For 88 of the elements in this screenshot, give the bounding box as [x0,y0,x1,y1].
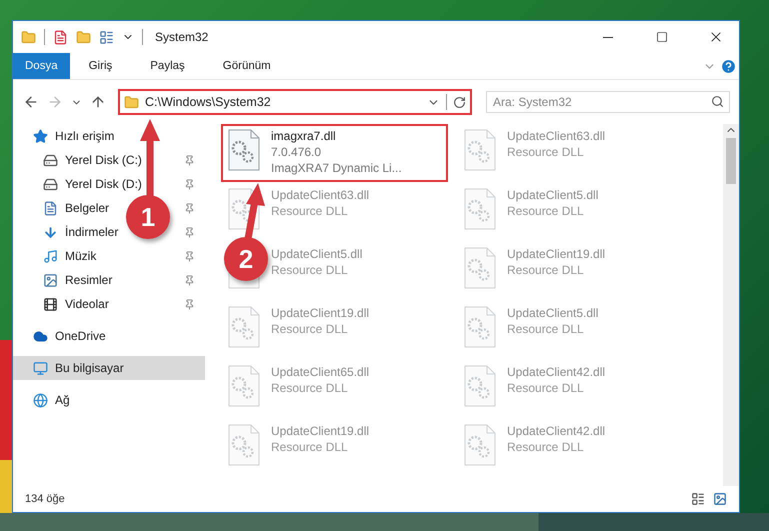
pin-icon[interactable] [184,250,195,262]
large-icons-view-icon[interactable] [713,492,727,506]
file-description: Resource DLL [507,203,585,219]
dll-file-icon [227,364,261,408]
file-description: ImagXRA7 Dynamic Li... [271,160,402,176]
file-name: UpdateClient19.dll [271,305,370,321]
file-description: Resource DLL [507,380,585,396]
search-field[interactable]: Ara: System32 [486,91,730,113]
file-name: UpdateClient5.dll [271,246,362,262]
drive-icon [43,152,58,168]
sidebar-item[interactable]: Yerel Disk (D:) [43,173,142,195]
maximize-icon [656,31,668,43]
address-bar[interactable]: C:\Windows\System32 [118,89,472,115]
down-arrow-icon [43,224,58,240]
network-icon [33,392,48,408]
sidebar-item[interactable]: OneDrive [33,325,106,347]
file-description: Resource DLL [271,321,349,337]
dll-file-icon [227,128,261,172]
file-description: Resource DLL [271,203,349,219]
file-name: UpdateClient63.dll [271,187,370,203]
file-name: UpdateClient42.dll [507,364,606,380]
file-name: UpdateClient5.dll [507,305,598,321]
ribbon-tab[interactable]: Görünüm [204,53,290,79]
file-description: Resource DLL [271,439,349,455]
ribbon-tab[interactable]: Giriş [70,53,132,79]
file-name: UpdateClient42.dll [507,423,606,439]
cloud-icon [33,328,48,344]
refresh-icon[interactable] [453,96,466,108]
dll-file-icon [227,305,261,349]
pin-icon[interactable] [184,226,195,238]
sidebar-item[interactable]: Yerel Disk (C:) [43,149,142,171]
dll-file-icon [463,128,497,172]
file-version: 7.0.476.0 [271,144,322,160]
minimize-icon [603,36,613,38]
drive-icon [43,176,58,192]
star-icon [33,128,48,144]
sidebar-item[interactable]: Müzik [43,245,96,267]
dll-file-icon [227,423,261,467]
pin-icon[interactable] [184,274,195,286]
file-description: Resource DLL [507,262,585,278]
new-folder-icon[interactable] [76,30,91,44]
sidebar-item[interactable]: Hızlı erişim [33,125,114,147]
pin-icon[interactable] [184,298,195,310]
file-description: Resource DLL [271,380,349,396]
film-icon [43,296,58,312]
properties-icon[interactable] [53,30,68,44]
ribbon-tab[interactable]: Dosya [13,53,70,79]
file-description: Resource DLL [507,321,585,337]
file-description: Resource DLL [507,144,585,160]
help-icon [720,58,737,74]
sidebar-item[interactable]: Videolar [43,293,109,315]
item-count: 134 öğe [25,493,66,505]
file-name: imagxra7.dll [271,128,337,144]
window-title: System32 [155,30,210,44]
annotation-arrow [244,183,265,240]
dll-file-icon [463,246,497,290]
dll-file-icon [463,305,497,349]
sidebar-item[interactable]: Resimler [43,269,112,291]
dll-file-icon [463,364,497,408]
monitor-icon [33,360,48,376]
details-view-icon[interactable] [691,492,705,506]
dll-file-icon [463,187,497,231]
sidebar-item[interactable]: Ağ [33,389,70,411]
file-item[interactable]: imagxra7.dll 7.0.476.0 ImagXRA7 Dynamic Li... [221,124,448,182]
dll-file-icon [463,423,497,467]
file-name: UpdateClient19.dll [507,246,606,262]
music-note-icon [43,248,58,264]
file-description: Resource DLL [271,262,349,278]
pin-icon[interactable] [184,202,195,214]
picture-icon [43,272,58,288]
file-name: UpdateClient19.dll [271,423,370,439]
pin-icon[interactable] [184,178,195,190]
file-name: UpdateClient63.dll [507,128,606,144]
sidebar-item[interactable]: Bu bilgisayar [33,357,124,379]
file-description: Resource DLL [507,439,585,455]
document-icon [43,200,58,216]
file-name: UpdateClient5.dll [507,187,598,203]
scroll-thumb[interactable] [726,138,736,184]
pin-icon[interactable] [184,154,195,166]
file-name: UpdateClient65.dll [271,364,370,380]
ribbon-tab[interactable]: Paylaş [131,53,204,79]
folder-icon [124,94,139,110]
sidebar-item[interactable]: Belgeler [43,197,110,219]
scrollbar[interactable] [723,124,739,486]
sidebar-item[interactable]: İndirmeler [43,221,118,243]
folder-icon[interactable] [21,30,36,44]
search-icon[interactable] [711,95,724,108]
layout-icon[interactable] [99,30,114,44]
